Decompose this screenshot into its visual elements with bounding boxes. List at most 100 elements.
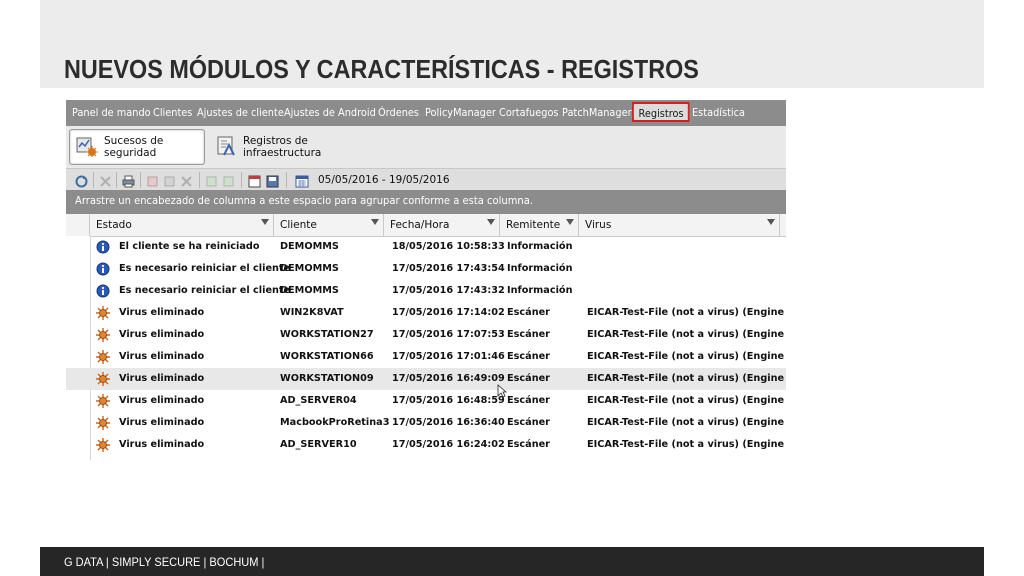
cell-fecha: 17/05/2016 17:43:54: [392, 263, 505, 274]
virus-icon: [96, 305, 110, 320]
cell-cliente: DEMOMMS: [280, 263, 339, 274]
group-by-area[interactable]: Arrastre un encabezado de columna a este…: [66, 190, 786, 214]
group-by-hint: Arrastre un encabezado de columna a este…: [75, 195, 534, 207]
cell-cliente: WORKSTATION66: [280, 351, 374, 362]
menu-item-ajustes-de-android[interactable]: Ajustes de Android: [284, 107, 376, 119]
window-icon[interactable]: [248, 173, 261, 188]
menu-item-cortafuegos[interactable]: Cortafuegos: [499, 107, 559, 119]
column-header-fecha[interactable]: Fecha/Hora: [384, 214, 500, 236]
toolbar: 05/05/2016 - 19/05/2016: [66, 168, 786, 191]
table-row[interactable]: Virus eliminado MacbookProRetina3 17/05/…: [66, 412, 786, 434]
column-header-virus[interactable]: Virus: [579, 214, 780, 236]
cell-virus: EICAR-Test-File (not a virus) (Engine A): [587, 373, 786, 384]
infrastructure-logs-button[interactable]: Registros de infraestructura: [209, 129, 379, 165]
toolbar-separator: [116, 172, 117, 188]
mark-read-icon[interactable]: [146, 173, 159, 187]
filter-icon[interactable]: [371, 219, 379, 225]
column-header-remitente[interactable]: Remitente: [500, 214, 579, 236]
import-icon[interactable]: [222, 173, 235, 187]
archive-icon[interactable]: [163, 173, 176, 187]
column-header-gutter: [66, 214, 90, 236]
menu-item-ordenes[interactable]: Órdenes: [378, 107, 419, 119]
security-events-button[interactable]: Sucesos de seguridad: [69, 129, 205, 165]
table-row[interactable]: Virus eliminado WORKSTATION66 17/05/2016…: [66, 346, 786, 368]
table-row[interactable]: Virus eliminado WIN2K8VAT 17/05/2016 17:…: [66, 302, 786, 324]
table-row[interactable]: Es necesario reiniciar el cliente DEMOMM…: [66, 258, 786, 280]
virus-icon: [96, 349, 110, 364]
virus-icon: [96, 437, 110, 452]
cell-estado: Es necesario reiniciar el cliente: [119, 285, 291, 296]
cell-virus: EICAR-Test-File (not a virus) (Engine A): [587, 395, 786, 406]
cell-remitente: Información: [507, 241, 573, 252]
table-row[interactable]: Virus eliminado WORKSTATION27 17/05/2016…: [66, 324, 786, 346]
cell-remitente: Escáner: [507, 417, 550, 428]
menu-item-registros[interactable]: Registros: [632, 102, 691, 122]
cell-remitente: Escáner: [507, 439, 550, 450]
cell-estado: Virus eliminado: [119, 439, 205, 450]
cell-cliente: AD_SERVER04: [280, 395, 357, 406]
menu-item-ajustes-de-cliente[interactable]: Ajustes de cliente: [197, 107, 284, 119]
cell-estado: Virus eliminado: [119, 395, 205, 406]
table-row[interactable]: Es necesario reiniciar el cliente DEMOMM…: [66, 280, 786, 302]
save-icon[interactable]: [266, 173, 279, 188]
date-range[interactable]: 05/05/2016 - 19/05/2016: [318, 174, 450, 186]
column-header-row: Estado Cliente Fecha/Hora Remitente Viru…: [66, 214, 786, 237]
cell-estado: Virus eliminado: [119, 351, 205, 362]
cell-fecha: 17/05/2016 17:43:32: [392, 285, 505, 296]
table-row[interactable]: Virus eliminado WORKSTATION09 17/05/2016…: [66, 368, 786, 390]
toolbar-separator: [93, 172, 94, 188]
cell-fecha: 17/05/2016 16:36:40: [392, 417, 505, 428]
main-menu-bar: Panel de mando Clientes Ajustes de clien…: [66, 100, 786, 126]
cell-remitente: Escáner: [507, 329, 550, 340]
security-events-label: Sucesos de seguridad: [104, 135, 164, 159]
ribbon: Sucesos de seguridad Registros de infrae…: [66, 126, 786, 168]
cell-remitente: Escáner: [507, 373, 550, 384]
column-header-label: Estado: [96, 219, 132, 231]
cell-cliente: MacbookProRetina3: [280, 417, 390, 428]
calendar-icon[interactable]: [295, 173, 309, 188]
print-icon[interactable]: [122, 173, 135, 188]
filter-icon[interactable]: [487, 219, 495, 225]
cell-estado: Virus eliminado: [119, 417, 205, 428]
menu-item-estadistica[interactable]: Estadística: [692, 107, 745, 119]
remove-icon[interactable]: [180, 173, 193, 187]
slide-footer: G DATA | SIMPLY SECURE | BOCHUM |: [40, 547, 984, 576]
cell-remitente: Información: [507, 285, 573, 296]
security-events-icon: [76, 135, 98, 160]
filter-icon[interactable]: [261, 219, 269, 225]
infrastructure-logs-icon: [215, 135, 237, 160]
column-header-estado[interactable]: Estado: [90, 214, 274, 236]
cell-estado: Virus eliminado: [119, 307, 205, 318]
column-header-label: Virus: [585, 219, 612, 231]
cell-virus: EICAR-Test-File (not a virus) (Engine A): [587, 351, 786, 362]
column-header-cliente[interactable]: Cliente: [274, 214, 384, 236]
infrastructure-logs-label: Registros de infraestructura: [243, 135, 322, 159]
refresh-icon[interactable]: [75, 173, 88, 188]
column-header-label: Cliente: [280, 219, 317, 231]
cell-virus: EICAR-Test-File (not a virus) (Engine A): [587, 439, 786, 450]
virus-icon: [96, 393, 110, 408]
table-row[interactable]: Virus eliminado AD_SERVER10 17/05/2016 1…: [66, 434, 786, 456]
export-icon[interactable]: [205, 173, 218, 187]
cell-fecha: 17/05/2016 16:24:02: [392, 439, 505, 450]
cell-fecha: 17/05/2016 16:49:09: [392, 373, 505, 384]
cell-virus: EICAR-Test-File (not a virus) (Engine A): [587, 417, 786, 428]
filter-icon[interactable]: [566, 219, 574, 225]
toolbar-separator: [241, 172, 242, 188]
cell-cliente: DEMOMMS: [280, 241, 339, 252]
menu-item-panel-de-mando[interactable]: Panel de mando: [72, 107, 151, 119]
table-row[interactable]: El cliente se ha reiniciado DEMOMMS 18/0…: [66, 236, 786, 258]
table-row[interactable]: Virus eliminado AD_SERVER04 17/05/2016 1…: [66, 390, 786, 412]
column-header-label: Fecha/Hora: [390, 219, 450, 231]
cell-estado: Virus eliminado: [119, 329, 205, 340]
menu-item-patchmanager[interactable]: PatchManager: [562, 107, 632, 119]
virus-icon: [96, 371, 110, 386]
cell-remitente: Escáner: [507, 395, 550, 406]
cell-estado: El cliente se ha reiniciado: [119, 241, 260, 252]
menu-item-clientes[interactable]: Clientes: [153, 107, 192, 119]
virus-icon: [96, 415, 110, 430]
filter-icon[interactable]: [767, 219, 775, 225]
info-icon: [96, 239, 110, 254]
delete-icon[interactable]: [99, 173, 112, 187]
menu-item-policymanager[interactable]: PolicyManager: [425, 107, 496, 119]
